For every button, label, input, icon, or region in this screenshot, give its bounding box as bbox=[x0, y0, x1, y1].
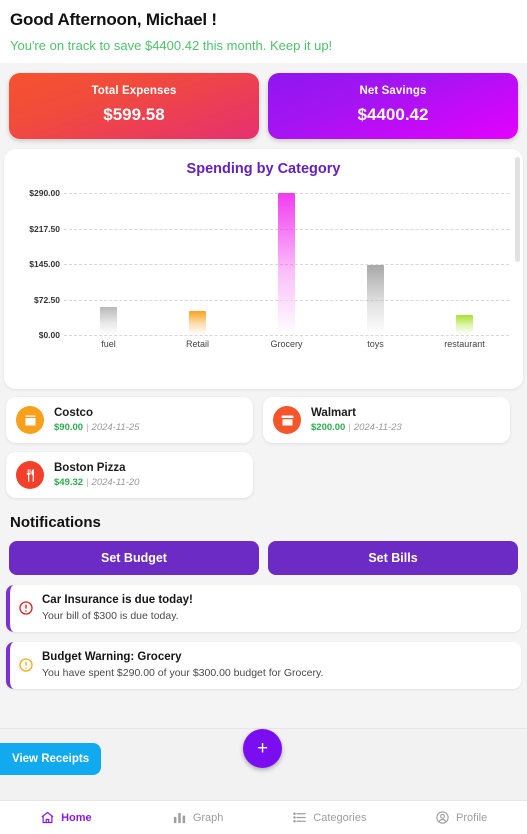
total-expenses-value: $599.58 bbox=[103, 105, 165, 124]
nav-item-label: Profile bbox=[456, 811, 488, 824]
page-title: Good Afternoon, Michael ! bbox=[10, 10, 217, 29]
transaction-meta: $49.32 | 2024-11-20 bbox=[54, 477, 243, 488]
transaction-separator: | bbox=[348, 422, 351, 433]
chart-bar[interactable] bbox=[456, 315, 473, 335]
notifications-heading: Notifications bbox=[10, 514, 101, 531]
footer-zone: View Receipts + Home Graph Categories Profi… bbox=[0, 728, 527, 834]
chart-x-tick-label: restaurant bbox=[444, 339, 485, 349]
chart-bar-column bbox=[68, 193, 148, 335]
transaction-body: Costco $90.00 | 2024-11-25 bbox=[54, 407, 243, 433]
alert-title: Car Insurance is due today! bbox=[42, 594, 193, 606]
notification-actions: Set Budget Set Bills bbox=[0, 531, 527, 575]
list-icon bbox=[292, 810, 307, 825]
chart-x-tick-label: fuel bbox=[101, 339, 116, 349]
transaction-separator: | bbox=[86, 422, 89, 433]
bar-chart-icon bbox=[172, 810, 187, 825]
transaction-amount: $200.00 bbox=[311, 422, 346, 433]
chart-plot-area: $0.00 $72.50 $145.00 $217.50 $290.00 fuel Ret… bbox=[14, 188, 511, 358]
store-icon bbox=[16, 406, 44, 434]
chart-y-axis: $0.00 $72.50 $145.00 $217.50 $290.00 bbox=[14, 188, 62, 340]
nav-item-label: Graph bbox=[192, 811, 224, 824]
bottom-navigation: Home Graph Categories Profile bbox=[0, 800, 527, 834]
alert-body: Car Insurance is due today! Your bill of … bbox=[42, 594, 511, 622]
chart-scrollbar[interactable] bbox=[515, 157, 520, 379]
transaction-merchant: Boston Pizza bbox=[54, 462, 126, 474]
alert-circle-icon bbox=[18, 657, 34, 673]
set-bills-button[interactable]: Set Bills bbox=[268, 541, 518, 575]
alert-message: Your bill of $300 is due today. bbox=[42, 610, 179, 622]
nav-item-home[interactable]: Home bbox=[0, 810, 132, 825]
plus-icon: + bbox=[256, 738, 269, 759]
cutlery-icon bbox=[16, 461, 44, 489]
transaction-card[interactable]: Costco $90.00 | 2024-11-25 bbox=[6, 397, 253, 443]
user-circle-icon bbox=[435, 810, 450, 825]
alert-message: You have spent $290.00 of your $300.00 b… bbox=[42, 667, 324, 679]
chart-bar[interactable] bbox=[189, 311, 206, 335]
chart-bar-column bbox=[335, 193, 415, 335]
chart-y-tick: $145.00 bbox=[29, 259, 60, 269]
transaction-meta: $200.00 | 2024-11-23 bbox=[311, 422, 500, 433]
chart-bar-column bbox=[246, 193, 326, 335]
set-budget-button[interactable]: Set Budget bbox=[9, 541, 259, 575]
transaction-separator: | bbox=[86, 477, 89, 488]
net-savings-card[interactable]: Net Savings $4400.42 bbox=[268, 73, 518, 139]
transaction-body: Walmart $200.00 | 2024-11-23 bbox=[311, 407, 500, 433]
nav-item-label: Categories bbox=[313, 811, 367, 824]
transaction-amount: $90.00 bbox=[54, 422, 84, 433]
app-screen: Good Afternoon, Michael ! You're on trac… bbox=[0, 0, 527, 834]
transaction-card[interactable]: Walmart $200.00 | 2024-11-23 bbox=[263, 397, 510, 443]
transaction-amount: $49.32 bbox=[54, 477, 84, 488]
chart-scrollbar-thumb[interactable] bbox=[515, 157, 520, 262]
transaction-body: Boston Pizza $49.32 | 2024-11-20 bbox=[54, 462, 243, 488]
chart-x-tick-label: Grocery bbox=[270, 339, 303, 349]
alert-circle-icon bbox=[18, 600, 34, 616]
chart-bar[interactable] bbox=[367, 265, 384, 335]
greeting-subtitle: You're on track to save $4400.42 this mo… bbox=[10, 38, 333, 53]
net-savings-value: $4400.42 bbox=[357, 105, 429, 124]
summary-cards: Total Expenses $599.58 Net Savings $4400… bbox=[0, 63, 527, 139]
chart-y-tick: $290.00 bbox=[29, 188, 60, 198]
chart-bars bbox=[64, 193, 509, 335]
chart-title: Spending by Category bbox=[186, 161, 341, 177]
net-savings-label: Net Savings bbox=[359, 85, 427, 97]
chart-bar-column bbox=[424, 193, 504, 335]
nav-item-label: Home bbox=[61, 811, 92, 824]
view-receipts-button[interactable]: View Receipts bbox=[0, 743, 102, 775]
transaction-merchant: Costco bbox=[54, 407, 93, 419]
total-expenses-card[interactable]: Total Expenses $599.58 bbox=[9, 73, 259, 139]
chart-y-tick: $217.50 bbox=[29, 223, 60, 234]
chart-y-tick: $72.50 bbox=[34, 294, 60, 305]
transactions-list: Costco $90.00 | 2024-11-25 Walmart $200.00 | 20… bbox=[0, 389, 527, 498]
transaction-date: 2024-11-25 bbox=[91, 422, 140, 433]
transaction-card[interactable]: Boston Pizza $49.32 | 2024-11-20 bbox=[6, 452, 253, 498]
chart-bar-column bbox=[157, 193, 237, 335]
chart-x-tick-label: Retail bbox=[185, 339, 209, 349]
alert-title: Budget Warning: Grocery bbox=[42, 651, 182, 663]
storefront-icon bbox=[273, 406, 301, 434]
notification-alert[interactable]: Budget Warning: Grocery You have spent $2… bbox=[6, 642, 521, 689]
transaction-meta: $90.00 | 2024-11-25 bbox=[54, 422, 243, 433]
nav-item-categories[interactable]: Categories bbox=[264, 810, 396, 825]
nav-item-graph[interactable]: Graph bbox=[132, 810, 264, 825]
spending-chart-card: Spending by Category $0.00 $72.50 $145.00 $… bbox=[4, 149, 523, 389]
transaction-date: 2024-11-23 bbox=[353, 422, 402, 433]
chart-x-tick-label: toys bbox=[367, 339, 384, 349]
home-icon bbox=[40, 810, 55, 825]
transaction-merchant: Walmart bbox=[311, 407, 356, 419]
add-transaction-fab[interactable]: + bbox=[243, 729, 282, 768]
chart-bar[interactable] bbox=[278, 193, 295, 335]
chart-x-axis: fuel Retail Grocery toys restaurant bbox=[64, 339, 509, 349]
alerts-list: Car Insurance is due today! Your bill of … bbox=[0, 585, 527, 689]
chart-bar[interactable] bbox=[100, 307, 117, 335]
nav-item-profile[interactable]: Profile bbox=[395, 810, 527, 825]
greeting-section: Good Afternoon, Michael ! You're on trac… bbox=[0, 0, 527, 63]
chart-gridline bbox=[64, 335, 509, 336]
transaction-date: 2024-11-20 bbox=[91, 477, 140, 488]
chart-y-tick: $0.00 bbox=[38, 330, 60, 340]
alert-body: Budget Warning: Grocery You have spent $2… bbox=[42, 651, 511, 679]
total-expenses-label: Total Expenses bbox=[91, 85, 177, 97]
notification-alert[interactable]: Car Insurance is due today! Your bill of … bbox=[6, 585, 521, 632]
